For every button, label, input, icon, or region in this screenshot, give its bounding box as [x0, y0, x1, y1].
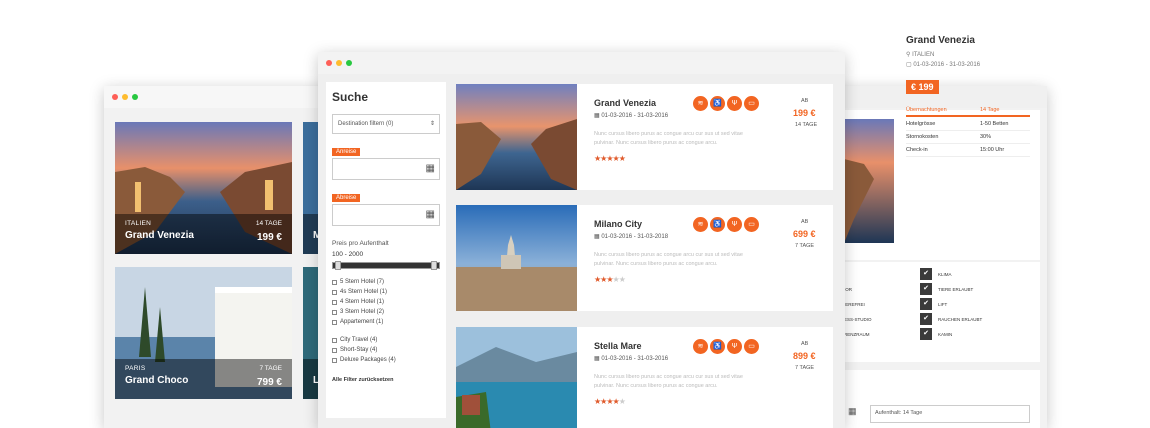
search-window: Suche Destination filtern (0) ⇕ Anreise ▦… — [318, 52, 845, 428]
card-days: 7 TAGE — [259, 365, 282, 372]
price-label: Preis pro Aufenthalt — [332, 240, 389, 247]
detail-title: Grand Venezia — [906, 35, 975, 46]
card-caption: PARIS Grand Choco 7 TAGE 799 € — [115, 359, 292, 399]
gallery-card-choco[interactable]: PARIS Grand Choco 7 TAGE 799 € — [115, 267, 292, 399]
result-description: Nunc cursus libero purus ac congue arcu … — [594, 252, 743, 267]
filter-checkbox[interactable]: Appartement (1) — [332, 319, 440, 325]
amenity-icons: ≋ ♿ Ψ ▭ — [693, 217, 759, 232]
result-image — [456, 327, 577, 428]
card-price: 799 € — [256, 377, 282, 388]
filter-checkbox[interactable]: City Travel (4) — [332, 337, 440, 343]
minimize-dot-icon[interactable] — [122, 94, 128, 100]
result-price: 699 € — [793, 229, 816, 239]
gallery-window: ITALIEN Grand Venezia 14 TAGE 199 € PARI… — [104, 86, 336, 428]
card-days: 14 TAGE — [255, 220, 282, 227]
detail-panel — [830, 110, 1040, 260]
tv-icon: ▭ — [744, 217, 759, 232]
wifi-icon: ≋ — [693, 96, 708, 111]
filter-checkbox[interactable]: 4 Stern Hotel (1) — [332, 299, 440, 305]
result-card[interactable]: Milano City ▦ 01-03-2016 - 31-03-2018 Nu… — [456, 205, 833, 311]
wifi-icon: ≋ — [693, 217, 708, 232]
filter-checkbox[interactable]: 3 Stern Hotel (2) — [332, 309, 440, 315]
result-card[interactable]: Stella Mare ▦ 01-03-2016 - 31-03-2016 Nu… — [456, 327, 833, 428]
result-duration: 7 TAGE — [795, 243, 815, 249]
tv-icon: ▭ — [744, 96, 759, 111]
wheelchair-icon: ♿ — [710, 96, 725, 111]
search-title: Suche — [332, 90, 369, 104]
window-titlebar — [318, 52, 845, 74]
result-duration: 7 TAGE — [795, 365, 815, 371]
card-location: PARIS — [125, 365, 146, 372]
slider-handle-min[interactable] — [335, 261, 341, 270]
maximize-dot-icon[interactable] — [346, 60, 352, 66]
close-dot-icon[interactable] — [112, 94, 118, 100]
result-price: 899 € — [793, 351, 816, 361]
features-panel — [830, 262, 1040, 362]
maximize-dot-icon[interactable] — [132, 94, 138, 100]
result-image — [456, 205, 577, 311]
result-price: 199 € — [793, 108, 816, 118]
result-card[interactable]: Grand Venezia ▦ 01-03-2016 - 31-03-2016 … — [456, 84, 833, 190]
price-from-label: AB — [801, 219, 809, 225]
filter-checkbox[interactable]: 5 Stern Hotel (7) — [332, 279, 440, 285]
price-slider[interactable] — [332, 261, 440, 270]
result-dates: ▦ 01-03-2016 - 31-03-2016 — [594, 356, 669, 362]
reset-filters-link[interactable]: Alle Filter zurücksetzen — [332, 377, 440, 383]
search-sidebar: Suche Destination filtern (0) ⇕ Anreise ▦… — [326, 82, 446, 418]
restaurant-icon: Ψ — [727, 339, 742, 354]
price-from-label: AB — [801, 98, 809, 104]
slider-handle-max[interactable] — [431, 261, 437, 270]
departure-label: Abreise — [332, 194, 361, 202]
filter-checkbox[interactable]: 4s Stern Hotel (1) — [332, 289, 440, 295]
restaurant-icon: Ψ — [727, 96, 742, 111]
detail-location: ⚲ ITALIEN — [906, 52, 935, 58]
calendar-icon[interactable]: ▦ — [426, 163, 435, 174]
detail-dates: ▢ 01-03-2016 - 31-03-2016 — [906, 62, 981, 68]
result-title[interactable]: Milano City — [594, 219, 642, 229]
calendar-icon[interactable]: ▦ — [426, 209, 435, 220]
result-title[interactable]: Stella Mare — [594, 341, 642, 351]
arrival-input[interactable]: ▦ — [332, 158, 440, 180]
rating-stars: ★★★★★ — [594, 275, 626, 284]
rating-stars: ★★★★★ — [594, 154, 626, 163]
departure-input[interactable]: ▦ — [332, 204, 440, 226]
card-caption: ITALIEN Grand Venezia 14 TAGE 199 € — [115, 214, 292, 254]
filter-checkbox[interactable]: Short-Stay (4) — [332, 347, 440, 353]
wheelchair-icon: ♿ — [710, 339, 725, 354]
arrival-label: Anreise — [332, 148, 361, 156]
wheelchair-icon: ♿ — [710, 217, 725, 232]
result-description: Nunc cursus libero purus ac congue arcu … — [594, 374, 743, 389]
package-filters: City Travel (4) Short-Stay (4) Deluxe Pa… — [332, 337, 440, 363]
chevron-updown-icon: ⇕ — [429, 121, 435, 127]
result-dates: ▦ 01-03-2016 - 31-03-2018 — [594, 234, 669, 240]
result-dates: ▦ 01-03-2016 - 31-03-2016 — [594, 113, 669, 119]
wifi-icon: ≋ — [693, 339, 708, 354]
amenity-icons: ≋ ♿ Ψ ▭ — [693, 339, 759, 354]
gallery-card-venezia[interactable]: ITALIEN Grand Venezia 14 TAGE 199 € — [115, 122, 292, 254]
card-price: 199 € — [256, 232, 282, 243]
minimize-dot-icon[interactable] — [336, 60, 342, 66]
amenity-icons: ≋ ♿ Ψ ▭ — [693, 96, 759, 111]
destination-select[interactable]: Destination filtern (0) ⇕ — [332, 114, 440, 134]
price-from-label: AB — [801, 341, 809, 347]
result-duration: 14 TAGE — [795, 122, 818, 128]
detail-window — [830, 86, 1047, 428]
window-titlebar — [830, 86, 1047, 108]
filter-checkbox[interactable]: Deluxe Packages (4) — [332, 357, 440, 363]
price-range-value: 100 - 2000 — [332, 251, 364, 258]
result-title[interactable]: Grand Venezia — [594, 98, 656, 108]
result-image — [456, 84, 577, 190]
venice-image — [844, 119, 894, 243]
rating-stars: ★★★★★ — [594, 397, 626, 406]
tv-icon: ▭ — [744, 339, 759, 354]
category-filters: 5 Stern Hotel (7) 4s Stern Hotel (1) 4 S… — [332, 279, 440, 325]
close-dot-icon[interactable] — [326, 60, 332, 66]
restaurant-icon: Ψ — [727, 217, 742, 232]
booking-panel — [830, 370, 1040, 428]
window-titlebar — [104, 86, 336, 108]
result-description: Nunc cursus libero purus ac congue arcu … — [594, 131, 743, 146]
